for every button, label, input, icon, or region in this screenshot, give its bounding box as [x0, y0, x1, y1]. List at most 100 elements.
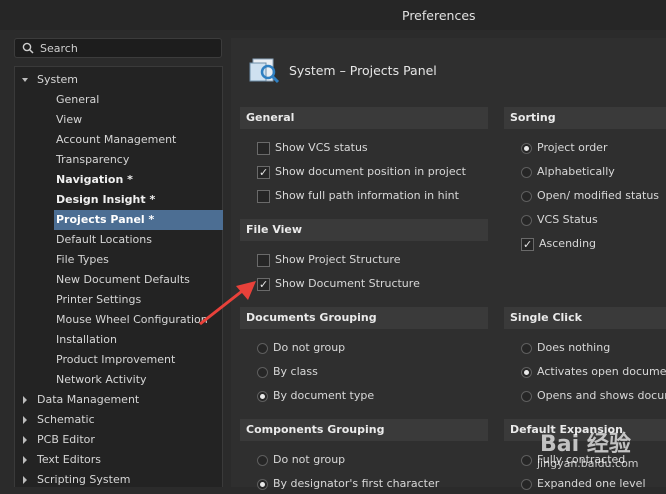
option-label: Show Project Structure: [275, 253, 401, 266]
tree-item-design-insight[interactable]: Design Insight *: [56, 190, 155, 210]
tree-item-label: File Types: [56, 253, 109, 266]
tree-item-label: Design Insight *: [56, 193, 156, 206]
option-label: Show document position in project: [275, 165, 466, 178]
tree-item-label: Printer Settings: [56, 293, 142, 306]
option-label: By designator's first character: [273, 477, 440, 490]
search-input[interactable]: Search: [14, 38, 222, 58]
tree-item-printer-settings[interactable]: Printer Settings: [56, 290, 141, 310]
preferences-tree: System General View Account Management T…: [14, 66, 223, 487]
section-general-header: General: [240, 107, 488, 129]
tree-item-new-document-defaults[interactable]: New Document Defaults: [56, 270, 190, 290]
option-label: By document type: [273, 389, 375, 402]
option-label: Opens and shows docum: [537, 389, 666, 402]
section-components-grouping-header: Components Grouping: [240, 419, 488, 441]
tree-item-text-editors[interactable]: Text Editors: [15, 450, 222, 470]
tree-item-label: System: [37, 73, 79, 86]
title-bar: Preferences: [0, 0, 666, 30]
option-label: Open/ modified status: [537, 189, 660, 202]
section-file-view-header: File View: [240, 219, 488, 241]
tree-item-label: Account Management: [56, 133, 177, 146]
tree-item-label: Projects Panel *: [56, 213, 155, 226]
checkbox-box[interactable]: [257, 142, 270, 155]
radio-button[interactable]: [521, 215, 532, 226]
tree-item-label: View: [56, 113, 83, 126]
tree-item-data-management[interactable]: Data Management: [15, 390, 222, 410]
tree-item-default-locations[interactable]: Default Locations: [56, 230, 152, 250]
chevron-right-icon[interactable]: [21, 390, 29, 410]
tree-item-label: Text Editors: [37, 453, 102, 466]
baidu-watermark: Bai 经验: [540, 432, 631, 457]
checkbox-box[interactable]: [257, 163, 270, 183]
radio-button[interactable]: [521, 367, 532, 378]
tree-item-label: New Document Defaults: [56, 273, 190, 286]
tree-item-installation[interactable]: Installation: [56, 330, 117, 350]
tree-item-scripting-system[interactable]: Scripting System: [15, 470, 222, 490]
tree-item-system[interactable]: System: [15, 70, 222, 90]
tree-item-product-improvement[interactable]: Product Improvement: [56, 350, 175, 370]
option-label: VCS Status: [537, 213, 598, 226]
radio-button[interactable]: [521, 479, 532, 490]
tree-item-label: Schematic: [37, 413, 95, 426]
option-label: Do not group: [273, 453, 346, 466]
option-label: Show Document Structure: [275, 277, 420, 290]
radio-button[interactable]: [257, 343, 268, 354]
chevron-right-icon[interactable]: [21, 470, 29, 490]
tree-item-label: Transparency: [56, 153, 130, 166]
page-title: System – Projects Panel: [289, 63, 437, 78]
tree-item-view[interactable]: View: [56, 110, 82, 130]
tree-item-label: PCB Editor: [37, 433, 95, 446]
tree-item-label: Network Activity: [56, 373, 147, 386]
tree-item-account-management[interactable]: Account Management: [56, 130, 176, 150]
tree-item-projects-panel[interactable]: Projects Panel *: [54, 210, 223, 230]
section-single-click-header: Single Click: [504, 307, 666, 329]
radio-button[interactable]: [257, 479, 268, 490]
radio-button[interactable]: [521, 191, 532, 202]
search-icon: [22, 42, 34, 54]
option-label: Does nothing: [537, 341, 611, 354]
tree-item-file-types[interactable]: File Types: [56, 250, 109, 270]
radio-button[interactable]: [521, 455, 532, 466]
tree-item-label: Default Locations: [56, 233, 152, 246]
tree-item-navigation[interactable]: Navigation *: [56, 170, 133, 190]
tree-item-general[interactable]: General: [56, 90, 99, 110]
baidu-watermark-url: jingyan.baidu.com: [537, 457, 639, 470]
chevron-down-icon[interactable]: [21, 70, 29, 90]
projects-panel-icon: [249, 58, 280, 84]
radio-button[interactable]: [521, 143, 532, 154]
radio-button[interactable]: [521, 343, 532, 354]
checkbox-box[interactable]: [257, 254, 270, 267]
tree-item-transparency[interactable]: Transparency: [56, 150, 129, 170]
tree-item-mouse-wheel-configuration[interactable]: Mouse Wheel Configuration: [56, 310, 208, 330]
radio-button[interactable]: [257, 455, 268, 466]
radio-button[interactable]: [257, 367, 268, 378]
tree-item-label: Installation: [56, 333, 117, 346]
search-placeholder: Search: [40, 42, 78, 55]
radio-button[interactable]: [521, 391, 532, 402]
option-label: Show full path information in hint: [275, 189, 459, 202]
section-sorting-header: Sorting: [504, 107, 666, 129]
option-label: Expanded one level: [537, 477, 646, 490]
tree-item-label: Data Management: [37, 393, 140, 406]
tree-item-label: General: [56, 93, 100, 106]
option-label: By class: [273, 365, 318, 378]
tree-item-schematic[interactable]: Schematic: [15, 410, 222, 430]
checkbox-box[interactable]: [521, 235, 534, 255]
tree-item-network-activity[interactable]: Network Activity: [56, 370, 147, 390]
radio-button[interactable]: [257, 391, 268, 402]
annotation-arrow-icon: [199, 281, 256, 326]
radio-button[interactable]: [521, 167, 532, 178]
option-label: Show VCS status: [275, 141, 368, 154]
option-label: Ascending: [539, 237, 597, 250]
tree-item-label: Product Improvement: [56, 353, 176, 366]
chevron-right-icon[interactable]: [21, 410, 29, 430]
option-label: Alphabetically: [537, 165, 615, 178]
option-label: Project order: [537, 141, 608, 154]
tree-item-pcb-editor[interactable]: PCB Editor: [15, 430, 222, 450]
chevron-right-icon[interactable]: [21, 450, 29, 470]
checkbox-box[interactable]: [257, 190, 270, 203]
chevron-right-icon[interactable]: [21, 430, 29, 450]
section-documents-grouping-header: Documents Grouping: [240, 307, 488, 329]
tree-item-label: Navigation *: [56, 173, 133, 186]
option-label: Do not group: [273, 341, 346, 354]
window-title: Preferences: [402, 8, 476, 23]
